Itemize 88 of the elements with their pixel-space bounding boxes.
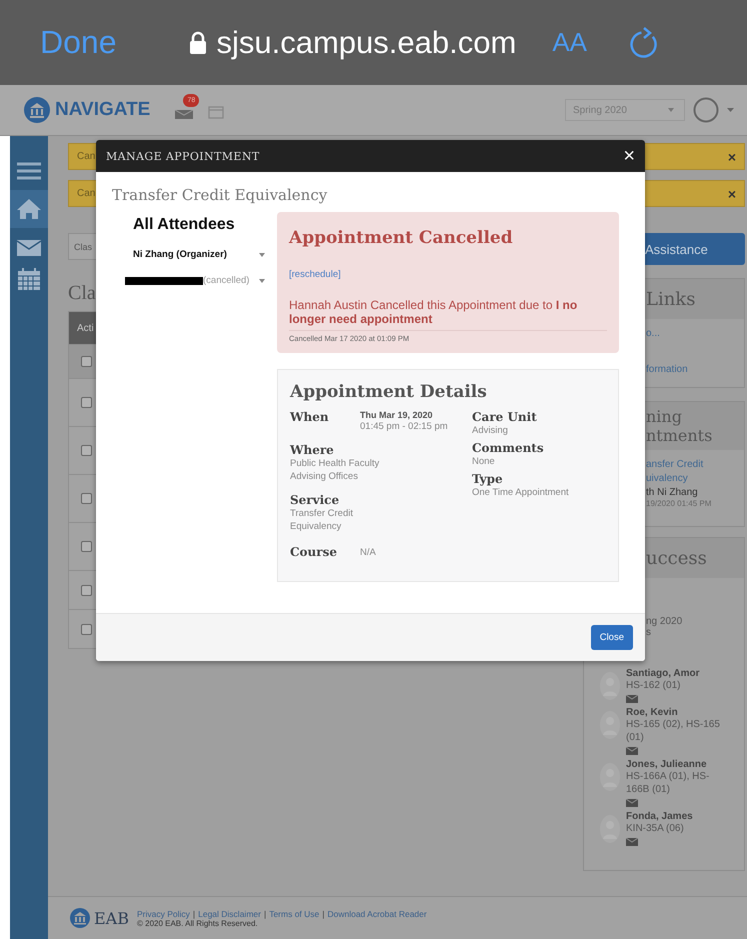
field-label: Comments (472, 441, 545, 455)
field-label: Service (290, 493, 340, 507)
app-logo-text[interactable]: NAVIGATE (55, 99, 150, 121)
row-checkbox[interactable] (81, 356, 92, 367)
term-text: ng 2020 (646, 616, 684, 627)
field-label: When (290, 410, 330, 426)
caret-icon (668, 108, 674, 112)
section-heading: Cla (68, 282, 96, 305)
row-checkbox[interactable] (81, 397, 92, 408)
modal-title: MANAGE APPOINTMENT (106, 150, 260, 162)
field-value: N/A (360, 546, 376, 558)
appointment-date: Thu Mar 19, 2020 (360, 410, 434, 420)
mail-icon[interactable] (626, 799, 638, 807)
home-icon[interactable] (17, 199, 41, 219)
field-value: One Time Appointment (472, 486, 570, 499)
panel-title: ning ntments (646, 407, 712, 445)
close-button[interactable]: × (728, 148, 736, 164)
field-value: Transfer Credit Equivalency (290, 507, 354, 533)
link-separator: | (322, 908, 324, 918)
advisor-text: th Ni Zhang (646, 487, 699, 498)
banner-text: Can (77, 188, 96, 199)
field-label: Where (290, 443, 335, 457)
attendee-name[interactable]: (cancelled) (203, 275, 250, 286)
appointment-subject: Transfer Credit Equivalency (112, 186, 328, 204)
field-value: Public Health Faculty Advising Offices (290, 457, 380, 483)
lock-icon (188, 30, 206, 54)
panel-title: Links (646, 288, 696, 310)
link-separator: | (192, 908, 196, 918)
mail-icon[interactable] (17, 240, 41, 256)
cancellation-message: Hannah Austin Cancelled this Appointment due to I no longer need appointment (289, 298, 607, 331)
field-label: Care Unit (472, 410, 538, 424)
logo-icon[interactable] (24, 97, 50, 123)
logo-icon (70, 908, 90, 928)
footer-link[interactable]: Terms of Use (269, 908, 320, 918)
field-label: Type (472, 472, 504, 486)
field-value: None (472, 455, 496, 468)
copyright-text: © 2020 EAB. All Rights Reserved. (137, 918, 259, 928)
student-courses: KIN-35A (06) (626, 822, 685, 835)
attendee-name[interactable]: Ni Zhang (Organizer) (133, 249, 227, 260)
text-size-button[interactable]: AA (552, 27, 587, 58)
mail-icon[interactable] (626, 747, 638, 755)
field-value: Advising (472, 424, 509, 437)
reload-icon[interactable] (627, 26, 659, 60)
column-header: Acti (77, 322, 94, 334)
panel-link[interactable]: o... (646, 327, 744, 341)
close-button[interactable]: × (623, 144, 635, 168)
mail-icon[interactable] (626, 838, 638, 846)
banner-text: Can (77, 151, 96, 162)
avatar-icon[interactable] (693, 97, 719, 123)
student-name[interactable]: Jones, Julieanne (626, 759, 722, 770)
caret-icon[interactable] (727, 108, 734, 112)
calendar-icon[interactable] (18, 268, 40, 290)
footer-logo-text: EAB (94, 908, 129, 928)
footer-link[interactable]: Legal Disclaimer (198, 908, 261, 918)
row-checkbox[interactable] (81, 541, 92, 552)
student-name[interactable]: Santiago, Amor (626, 668, 722, 679)
student-courses: HS-162 (01) (626, 679, 682, 692)
attendees-heading: All Attendees (133, 216, 236, 234)
caret-icon[interactable] (259, 278, 265, 282)
close-button[interactable]: × (728, 186, 736, 202)
row-checkbox[interactable] (81, 493, 92, 504)
row-checkbox[interactable] (81, 445, 92, 456)
panel-title: uccess (646, 548, 707, 568)
link-separator: | (264, 908, 266, 918)
alert-title: Appointment Cancelled (289, 228, 514, 248)
student-courses: HS-165 (02), HS-165 (01) (626, 718, 721, 744)
url-text[interactable]: sjsu.campus.eab.com (216, 24, 516, 60)
window-icon[interactable] (208, 106, 224, 118)
field-label: Course (290, 545, 338, 559)
appointment-link[interactable]: ansfer Credit uivalency (646, 458, 744, 486)
reschedule-link[interactable]: [reschedule] (289, 269, 341, 280)
student-name[interactable]: Fonda, James (626, 811, 722, 822)
menu-icon[interactable] (17, 162, 41, 180)
row-checkbox[interactable] (81, 584, 92, 596)
footer-link[interactable]: Privacy Policy (137, 908, 190, 918)
student-name[interactable]: Roe, Kevin (626, 707, 722, 718)
footer-link[interactable]: Download Acrobat Reader (327, 908, 427, 918)
mail-icon[interactable] (626, 695, 638, 703)
appointment-date: 19/2020 01:45 PM (646, 499, 712, 508)
appointment-time: 01:45 pm - 02:15 pm (360, 420, 448, 433)
row-checkbox[interactable] (81, 624, 92, 634)
panel-text: s (646, 627, 652, 638)
panel-link[interactable]: formation (646, 363, 744, 377)
done-button[interactable]: Done (40, 24, 116, 61)
student-courses: HS-166A (01), HS-166B (01) (626, 770, 710, 796)
close-button[interactable]: Close (590, 625, 633, 650)
caret-icon[interactable] (259, 252, 265, 256)
details-title: Appointment Details (290, 382, 488, 402)
